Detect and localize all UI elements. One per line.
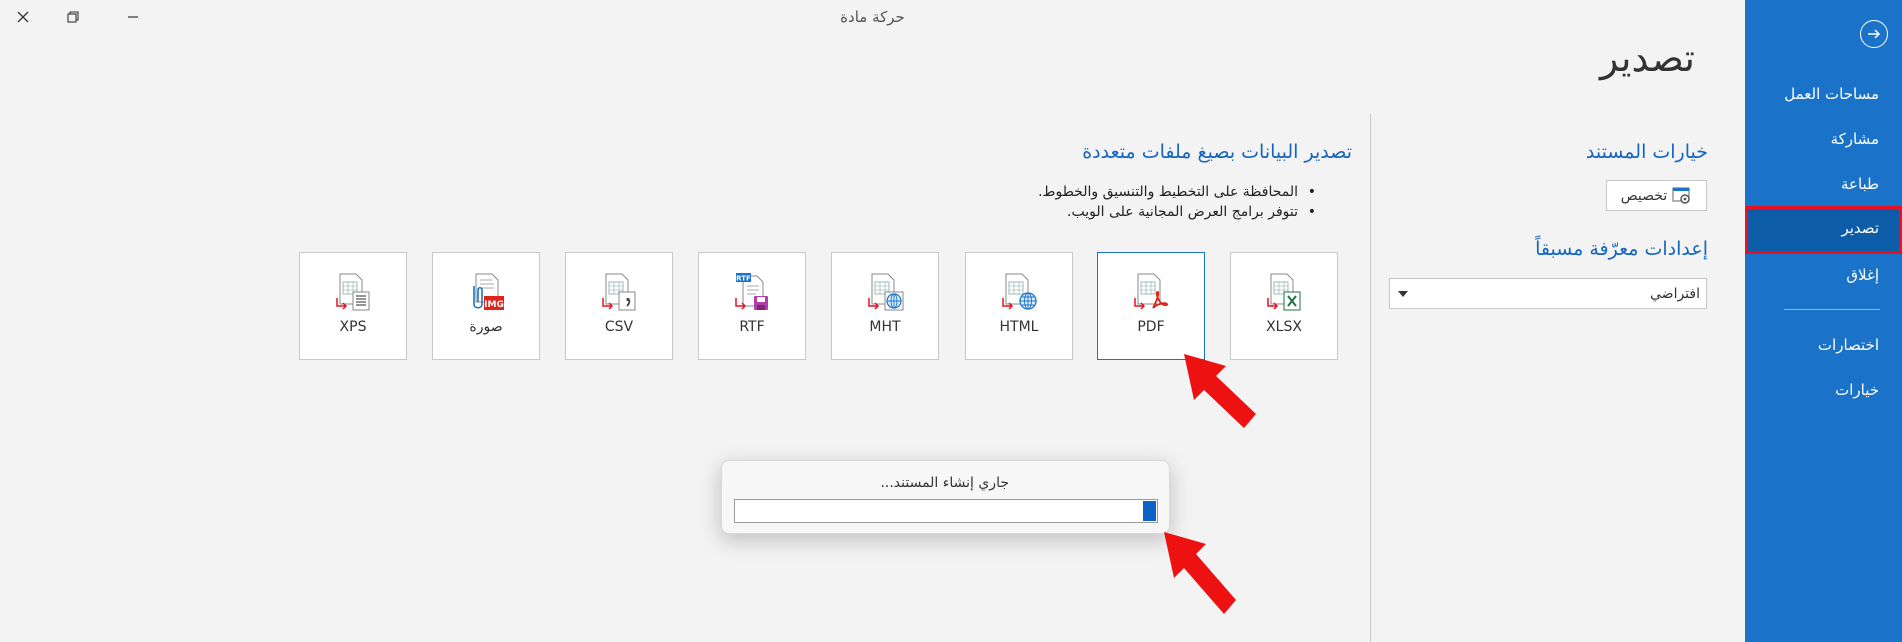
export-tile-rtf[interactable]: RTF RTF [698,252,806,360]
tile-label: XLSX [1266,319,1302,335]
tile-label: CSV [604,319,634,335]
export-tile-pdf[interactable]: PDF [1097,252,1205,360]
tile-label: PDF [1137,319,1165,335]
preset-dropdown[interactable]: افتراضي [1389,278,1707,309]
title-bar: حركة مادة [0,0,1745,34]
sidebar-item-shortcuts[interactable]: اختصارات [1745,323,1902,367]
tile-label: HTML [999,319,1039,335]
export-section-title: تصدير البيانات بصيغ ملفات متعددة [1082,141,1352,163]
image-file-icon: IMG [473,273,504,310]
rtf-file-icon: RTF [735,273,768,310]
presets-title: إعدادات معرّفة مسبقاً [1535,238,1708,260]
annotation-arrow-pdf [1184,354,1256,428]
xps-file-icon [336,273,370,311]
progress-message: جاري إنشاء المستند... [880,475,1009,491]
export-tile-html[interactable]: HTML [965,252,1073,360]
backstage-sidebar: مساحات العمل مشاركة طباعة تصدير إغلاق اخ… [1745,0,1902,642]
pdf-file-icon [1134,273,1169,310]
bullet-item: تتوفر برامج العرض المجانية على الويب. [1038,202,1320,222]
sidebar-divider [1784,309,1880,310]
csv-file-icon [602,273,636,311]
dropdown-arrow-icon [1398,291,1408,297]
export-tile-csv[interactable]: CSV [565,252,673,360]
back-button[interactable] [1860,20,1888,48]
mht-file-icon [868,273,904,311]
customize-icon [1672,187,1690,204]
page-title: تصدير [1599,36,1695,80]
export-tile-image[interactable]: IMG صورة [432,252,540,360]
bullet-item: المحافظة على التخطيط والتنسيق والخطوط. [1038,182,1320,202]
sidebar-item-print[interactable]: طباعة [1745,162,1902,206]
export-bullets: المحافظة على التخطيط والتنسيق والخطوط. ت… [1038,182,1320,222]
progress-bar-fill [1143,501,1156,521]
sidebar-item-workspaces[interactable]: مساحات العمل [1745,72,1902,116]
html-file-icon [1002,273,1037,310]
progress-bar [734,499,1158,523]
tile-label: RTF [739,319,765,335]
panel-divider [1370,114,1371,642]
tile-label: صورة [469,319,503,335]
document-options-title: خيارات المستند [1585,141,1708,163]
preset-selected-value: افتراضي [1650,286,1700,302]
export-tile-xlsx[interactable]: XLSX [1230,252,1338,360]
progress-dialog: جاري إنشاء المستند... [721,460,1170,534]
tile-label: MHT [869,319,901,335]
export-tile-xps[interactable]: XPS [299,252,407,360]
customize-button[interactable]: تخصيص [1606,180,1707,211]
tile-label: XPS [339,319,367,335]
sidebar-item-share[interactable]: مشاركة [1745,117,1902,161]
export-tile-mht[interactable]: MHT [831,252,939,360]
window-title: حركة مادة [840,8,905,26]
customize-label: تخصيص [1620,187,1668,204]
sidebar-item-options[interactable]: خيارات [1745,368,1902,412]
xlsx-file-icon [1267,273,1301,311]
annotation-arrow-progress [1164,532,1236,614]
svg-text:IMG: IMG [484,300,504,310]
sidebar-item-close[interactable]: إغلاق [1745,253,1902,297]
svg-text:RTF: RTF [736,275,751,283]
arrow-right-icon [1868,29,1881,39]
sidebar-item-export[interactable]: تصدير [1745,206,1902,254]
